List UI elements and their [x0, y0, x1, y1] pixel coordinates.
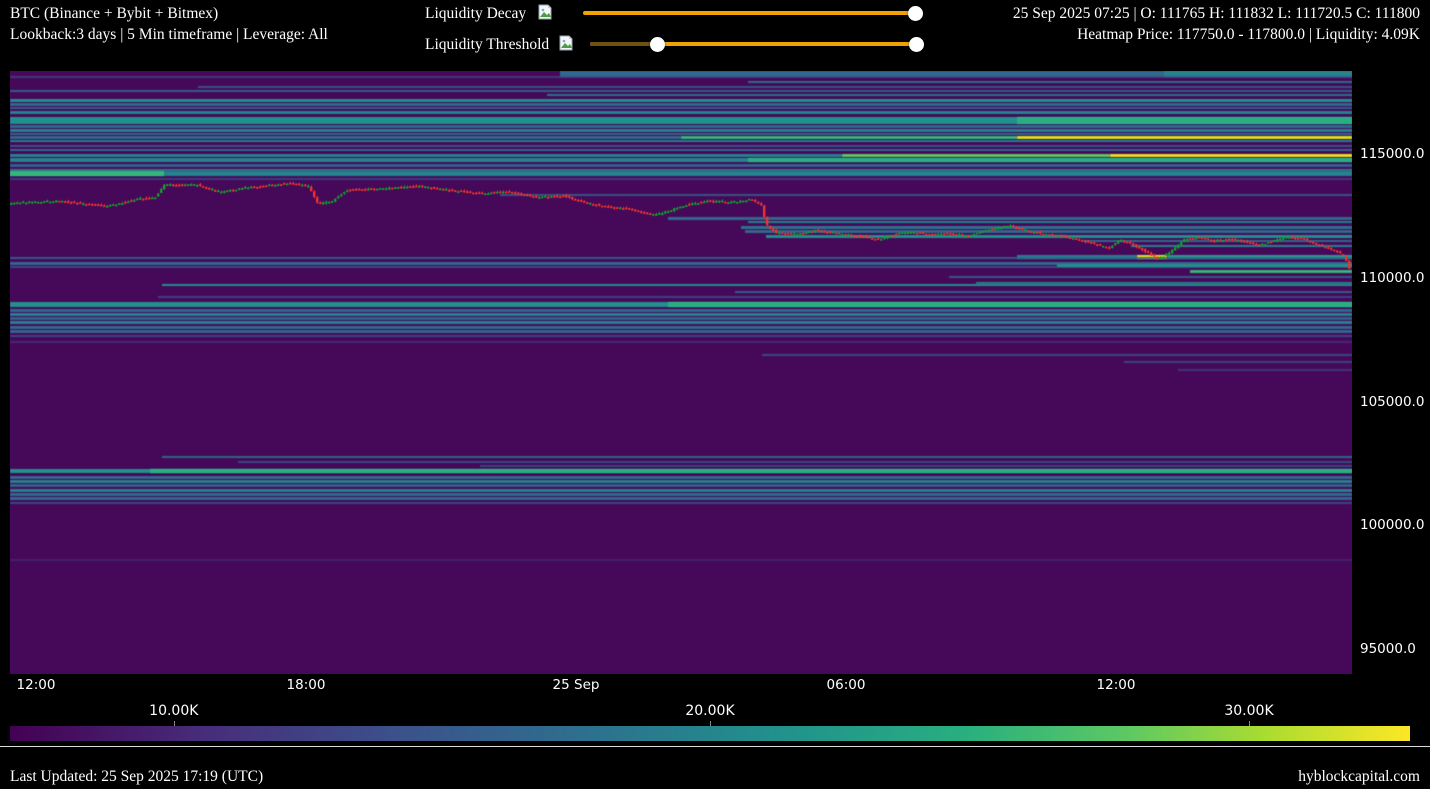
y-axis: 115000.0 110000.0 105000.0 100000.0 95000.0 [1352, 71, 1430, 674]
x-axis-tick: 06:00 [827, 677, 866, 693]
colorbar-tick [1249, 721, 1250, 726]
liquidity-heatmap[interactable] [10, 71, 1352, 674]
y-axis-tick: 95000.0 [1360, 641, 1416, 657]
slider-track[interactable] [583, 11, 915, 15]
x-axis-tick: 25 Sep [553, 677, 600, 693]
x-axis-tick: 12:00 [17, 677, 56, 693]
liquidity-threshold-label: Liquidity Threshold [425, 36, 549, 53]
colorbar-tick [710, 721, 711, 726]
colorbar-label: 10.00K [149, 703, 198, 719]
broken-image-icon [537, 4, 553, 20]
y-axis-tick: 115000.0 [1360, 146, 1424, 162]
chart-header-left: BTC (Binance + Bybit + Bitmex) Lookback:… [10, 3, 328, 45]
broken-image-icon [558, 35, 574, 51]
colorbar-tick [174, 721, 175, 726]
slider-track-inactive[interactable] [590, 42, 657, 46]
heatmap-price-readout: Heatmap Price: 117750.0 - 117800.0 | Liq… [1013, 24, 1420, 45]
candlestick-overlay [10, 71, 1352, 674]
slider-handle[interactable] [908, 6, 923, 21]
chart-header-right: 25 Sep 2025 07:25 | O: 111765 H: 111832 … [1013, 3, 1420, 45]
colorbar-label: 20.00K [685, 703, 734, 719]
liquidity-decay-label: Liquidity Decay [425, 5, 526, 22]
liquidity-colorbar: 10.00K20.00K30.00K [10, 726, 1410, 741]
chart-subtitle: Lookback:3 days | 5 Min timeframe | Leve… [10, 24, 328, 45]
x-axis-tick: 18:00 [287, 677, 326, 693]
y-axis-tick: 110000.0 [1360, 270, 1424, 286]
app-window: BTC (Binance + Bybit + Bitmex) Lookback:… [0, 0, 1430, 789]
x-axis-tick: 12:00 [1097, 677, 1136, 693]
colorbar-label: 30.00K [1224, 703, 1273, 719]
footer-divider [0, 746, 1430, 747]
website-link[interactable]: hyblockcapital.com [1298, 768, 1420, 786]
x-axis: 12:00 18:00 25 Sep 06:00 12:00 [10, 677, 1352, 695]
y-axis-tick: 105000.0 [1360, 394, 1424, 410]
y-axis-tick: 100000.0 [1360, 517, 1424, 533]
last-updated-text: Last Updated: 25 Sep 2025 17:19 (UTC) [10, 768, 263, 786]
chart-title: BTC (Binance + Bybit + Bitmex) [10, 3, 328, 24]
slider-handle[interactable] [650, 37, 665, 52]
slider-handle[interactable] [909, 37, 924, 52]
ohlc-readout: 25 Sep 2025 07:25 | O: 111765 H: 111832 … [1013, 3, 1420, 24]
